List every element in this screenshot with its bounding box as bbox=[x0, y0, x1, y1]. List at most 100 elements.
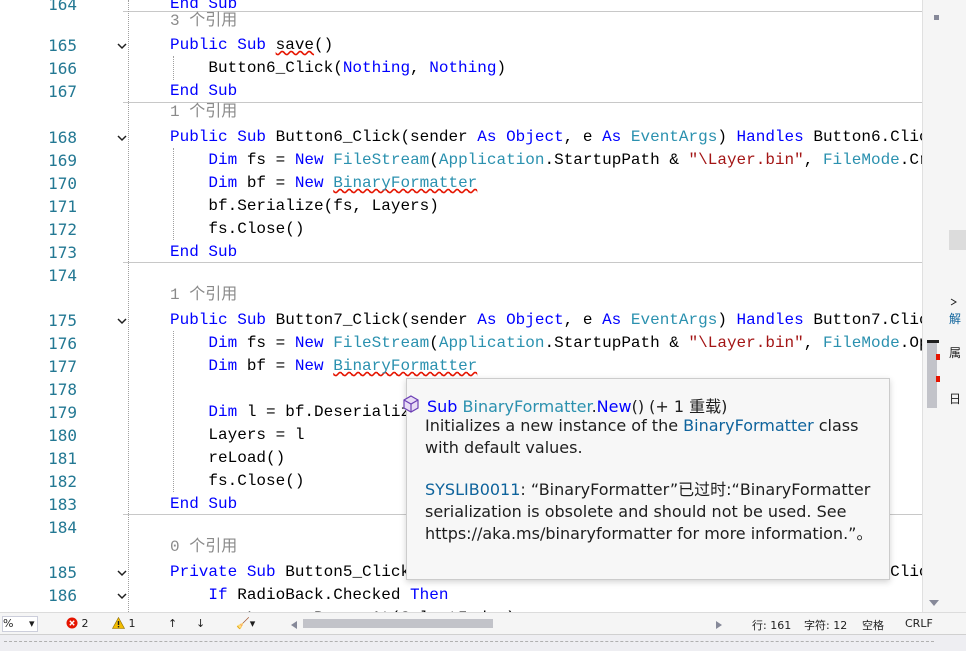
warning-count[interactable]: 1 bbox=[111, 616, 136, 630]
collapse-chevron-icon[interactable] bbox=[115, 566, 129, 580]
arrow-down-icon[interactable]: ↓ bbox=[196, 617, 205, 630]
tooltip-method: New bbox=[596, 397, 632, 416]
arrow-up-icon[interactable]: ↑ bbox=[168, 617, 177, 630]
line-number: 186 bbox=[48, 586, 77, 605]
indentation-indicator[interactable]: 空格 bbox=[862, 617, 884, 633]
code-line[interactable]: 168 Public Sub Button6_Click(sender As O… bbox=[0, 126, 922, 149]
tooltip-desc-type-link[interactable]: BinaryFormatter bbox=[683, 416, 814, 435]
editor-status-bar: % ▾ 2 1 ↑ ↓ 🧹▾ 行: 161 字符: 12 空格 CRLF bbox=[0, 612, 966, 635]
line-number: 184 bbox=[48, 518, 77, 537]
code-line[interactable]: 171 bf.Serialize(fs, Layers) bbox=[0, 195, 922, 218]
column-indicator[interactable]: 字符: 12 bbox=[804, 617, 847, 633]
code-line[interactable]: 165 Public Sub save() bbox=[0, 34, 922, 57]
error-marker bbox=[936, 376, 940, 382]
horizontal-scrollbar-thumb[interactable] bbox=[303, 619, 493, 628]
line-number: 182 bbox=[48, 472, 77, 491]
code-text: fs.Close() bbox=[170, 220, 305, 238]
line-number: 169 bbox=[48, 151, 77, 170]
code-line[interactable]: 173 End Sub bbox=[0, 241, 922, 264]
vertical-scrollbar[interactable]: 解 属 日 bbox=[922, 0, 966, 612]
line-number: 180 bbox=[48, 426, 77, 445]
code-text: reLoad() bbox=[170, 449, 286, 467]
line-ending-indicator[interactable]: CRLF bbox=[905, 617, 933, 630]
side-tab-output[interactable]: 日 bbox=[949, 390, 966, 407]
line-number: 172 bbox=[48, 220, 77, 239]
line-number: 174 bbox=[48, 266, 77, 285]
code-line[interactable]: 166 Button6_Click(Nothing, Nothing) bbox=[0, 57, 922, 80]
code-text: fs.Close() bbox=[170, 472, 305, 490]
line-indicator[interactable]: 行: 161 bbox=[752, 617, 791, 633]
error-count[interactable]: 2 bbox=[66, 617, 89, 630]
code-line[interactable]: 170 Dim bf = New BinaryFormatter bbox=[0, 172, 922, 195]
tooltip-params: () (+ 1 重载) bbox=[631, 397, 728, 416]
side-panel-tab[interactable]: 解 bbox=[949, 296, 966, 327]
error-count-value: 2 bbox=[81, 617, 89, 630]
code-line[interactable]: 177 Dim bf = New BinaryFormatter bbox=[0, 355, 922, 378]
code-text: If RadioBack.Checked Then bbox=[208, 586, 449, 604]
code-text: Public Sub Button6_Click(sender As Objec… bbox=[170, 128, 922, 146]
line-number: 176 bbox=[48, 334, 77, 353]
code-line[interactable]: 167 End Sub bbox=[0, 80, 922, 103]
code-line[interactable]: 169 Dim fs = New FileStream(Application.… bbox=[0, 149, 922, 172]
scroll-up-icon[interactable] bbox=[933, 14, 941, 22]
code-text: Dim bf = New BinaryFormatter bbox=[208, 174, 478, 192]
line-number: 178 bbox=[48, 380, 77, 399]
code-line[interactable]: 164 End Sub bbox=[0, 0, 922, 16]
line-number: 179 bbox=[48, 403, 77, 422]
code-line[interactable]: 176 Dim fs = New FileStream(Application.… bbox=[0, 332, 922, 355]
warning-count-value: 1 bbox=[128, 617, 136, 630]
chevron-down-icon: ▾ bbox=[29, 617, 35, 630]
code-text: Dim fs = New FileStream(Application.Star… bbox=[208, 151, 922, 169]
codelens-references[interactable]: 1 个引用 bbox=[170, 284, 237, 307]
collapse-chevron-icon[interactable] bbox=[115, 589, 129, 603]
code-editor[interactable]: 3 个引用 1 个引用 1 个引用 0 个引用 164 End Sub 165 … bbox=[0, 0, 922, 612]
side-tab-label: 解 bbox=[949, 312, 962, 326]
line-number: 175 bbox=[48, 311, 77, 330]
zoom-dropdown[interactable]: % ▾ bbox=[2, 616, 38, 632]
line-number: 164 bbox=[48, 0, 77, 14]
tooltip-warning: SYSLIB0011: “BinaryFormatter”已过时:“Binary… bbox=[425, 479, 880, 545]
code-text: Button6_Click(Nothing, Nothing) bbox=[170, 59, 507, 77]
code-line[interactable]: 172 fs.Close() bbox=[0, 218, 922, 241]
side-tab-properties[interactable]: 属 bbox=[949, 344, 966, 361]
code-text: End Sub bbox=[170, 82, 238, 100]
tooltip-desc-text: Initializes a new instance of the bbox=[425, 416, 684, 435]
line-number: 183 bbox=[48, 495, 77, 514]
pin-icon bbox=[950, 298, 957, 306]
code-text: Public Sub Button7_Click(sender As Objec… bbox=[170, 311, 922, 329]
line-number: 171 bbox=[48, 197, 77, 216]
tooltip-description: Initializes a new instance of the Binary… bbox=[425, 415, 875, 459]
scrollbar-thumb[interactable] bbox=[927, 340, 937, 408]
scroll-left-icon[interactable] bbox=[291, 619, 297, 632]
code-text: Dim fs = New FileStream(Application.Star… bbox=[208, 334, 922, 352]
line-number: 167 bbox=[48, 82, 77, 101]
scroll-down-icon[interactable] bbox=[929, 600, 939, 608]
line-number: 181 bbox=[48, 449, 77, 468]
collapse-chevron-icon[interactable] bbox=[115, 39, 129, 53]
line-number: 168 bbox=[48, 128, 77, 147]
collapse-chevron-icon[interactable] bbox=[115, 314, 129, 328]
tooltip-signature: Sub BinaryFormatter.New() (+ 1 重载) bbox=[403, 393, 728, 417]
line-number: 177 bbox=[48, 357, 77, 376]
code-text: Layers = l bbox=[170, 426, 305, 444]
code-line[interactable]: 174 bbox=[0, 264, 922, 287]
cleanup-brush-icon[interactable]: 🧹▾ bbox=[236, 617, 255, 630]
collapse-chevron-icon[interactable] bbox=[115, 131, 129, 145]
tooltip-type-link[interactable]: BinaryFormatter bbox=[463, 397, 592, 416]
error-marker bbox=[936, 354, 940, 360]
splitter[interactable] bbox=[4, 641, 934, 642]
code-line[interactable]: 186 If RadioBack.Checked Then bbox=[0, 584, 922, 607]
codelens-references[interactable]: 1 个引用 bbox=[170, 101, 237, 124]
codelens-references[interactable]: 0 个引用 bbox=[170, 536, 237, 559]
code-text: Dim l = bf.Deserializ bbox=[208, 403, 411, 421]
line-number: 165 bbox=[48, 36, 77, 55]
method-cube-icon bbox=[401, 394, 421, 418]
scroll-right-icon[interactable] bbox=[716, 619, 722, 632]
code-line[interactable]: 175 Public Sub Button7_Click(sender As O… bbox=[0, 309, 922, 332]
tooltip-sub-keyword: Sub bbox=[427, 397, 458, 416]
line-number: 173 bbox=[48, 243, 77, 262]
tooltip-warning-code-link[interactable]: SYSLIB0011 bbox=[425, 480, 520, 499]
code-text: End Sub bbox=[170, 495, 238, 513]
line-number: 170 bbox=[48, 174, 77, 193]
error-icon bbox=[66, 617, 78, 629]
